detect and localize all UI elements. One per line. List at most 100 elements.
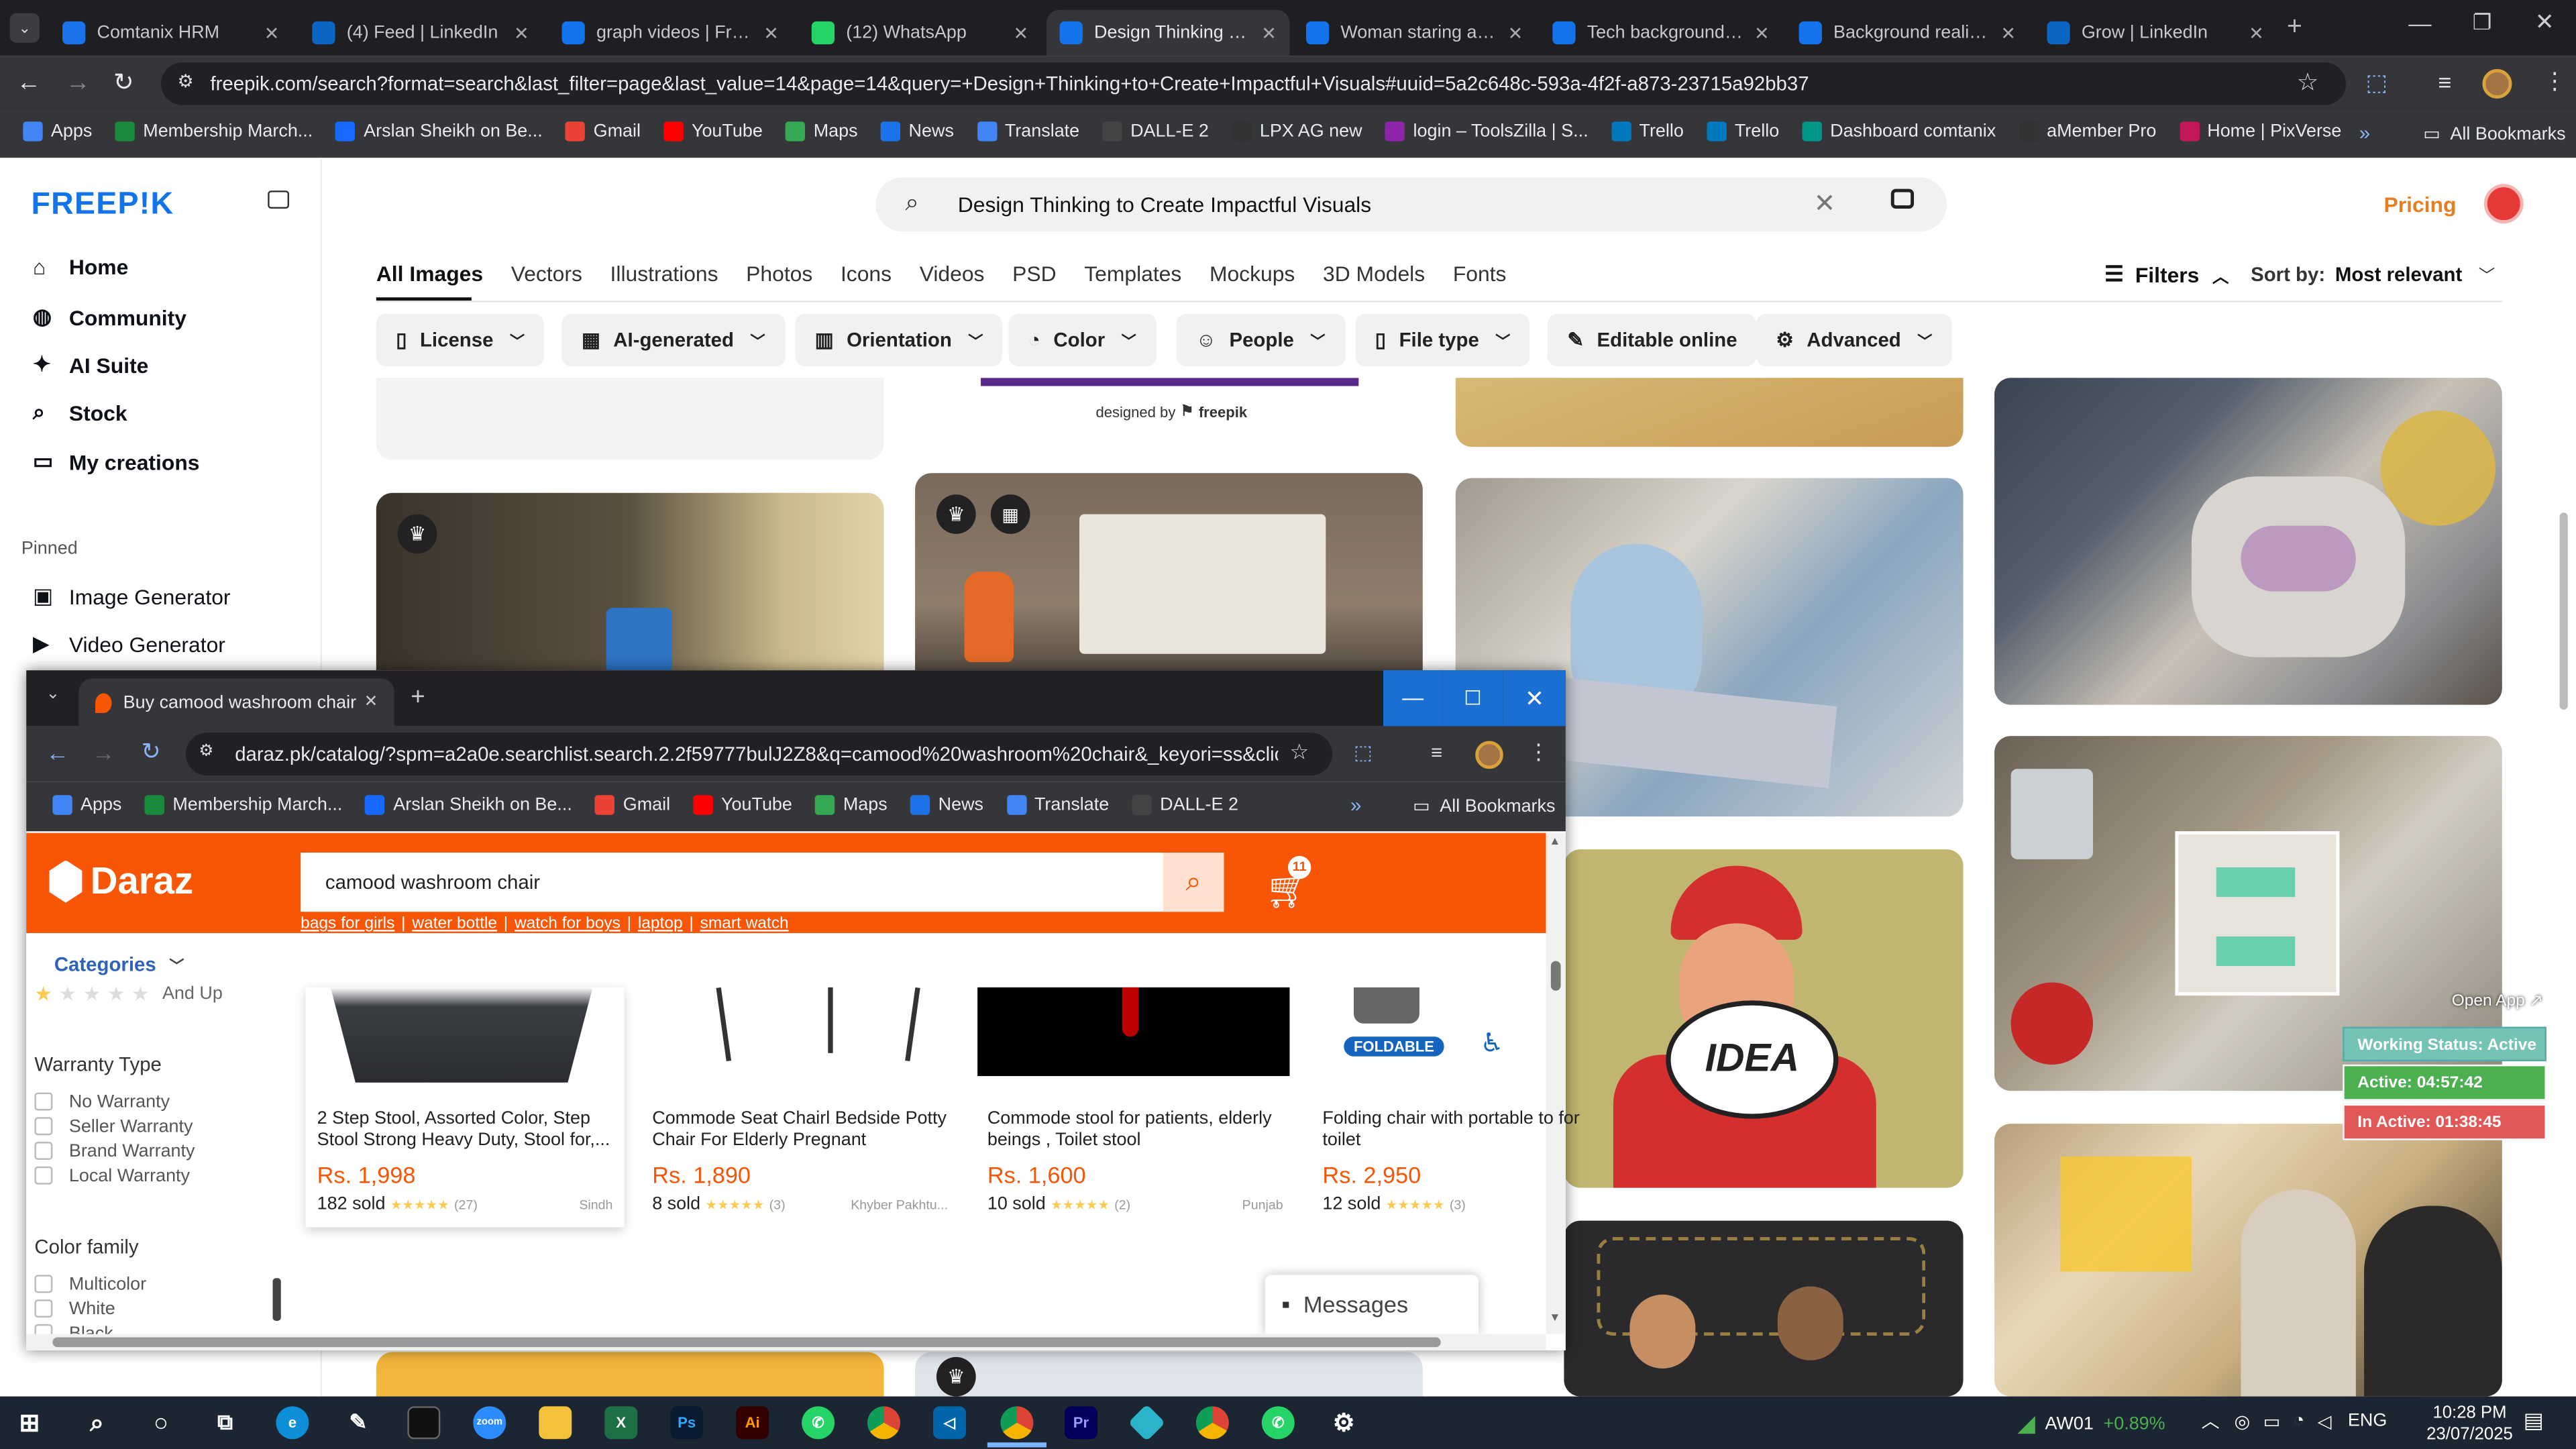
bookmark-item[interactable]: Dashboard comtanix bbox=[1802, 121, 1996, 142]
tab-search-icon[interactable]: ⌄ bbox=[46, 685, 60, 703]
bookmark-item[interactable]: LPX AG new bbox=[1232, 121, 1362, 142]
result-image[interactable] bbox=[1994, 378, 2502, 705]
close-tab-icon[interactable]: ✕ bbox=[264, 22, 280, 44]
settings-icon[interactable]: ⚙ bbox=[1328, 1406, 1360, 1439]
bookmark-item[interactable]: Apps bbox=[23, 121, 92, 142]
search-bar[interactable]: ⌕ Design Thinking to Create Impactful Vi… bbox=[875, 177, 1947, 232]
volume-icon[interactable]: ◁ bbox=[2318, 1410, 2332, 1432]
close-tab-icon[interactable]: ✕ bbox=[364, 693, 378, 711]
language-indicator[interactable]: ENG bbox=[2348, 1411, 2387, 1431]
bookmark-item[interactable]: Gmail bbox=[595, 795, 670, 815]
category-tab[interactable]: Photos bbox=[746, 261, 812, 286]
task-view-icon[interactable]: ⧉ bbox=[209, 1406, 241, 1439]
daraz-url-text[interactable]: daraz.pk/catalog/?spm=a2a0e.searchlist.s… bbox=[235, 743, 1278, 765]
close-tab-icon[interactable]: ✕ bbox=[514, 22, 529, 44]
bookmark-item[interactable]: Apps bbox=[52, 795, 121, 815]
chrome-icon[interactable] bbox=[867, 1406, 901, 1440]
pricing-link[interactable]: Pricing bbox=[2383, 193, 2456, 217]
bookmark-item[interactable]: Membership March... bbox=[144, 795, 342, 815]
checkbox[interactable] bbox=[34, 1275, 53, 1293]
search-suggestion[interactable]: bags for girls bbox=[301, 915, 394, 933]
checkbox[interactable] bbox=[34, 1299, 53, 1318]
open-app-link[interactable]: Open App ↗ bbox=[2452, 992, 2543, 1010]
photoshop-icon[interactable]: Ps bbox=[670, 1406, 704, 1440]
chrome-icon[interactable] bbox=[1195, 1406, 1229, 1440]
new-tab-button[interactable]: + bbox=[411, 684, 425, 712]
category-tab[interactable]: Illustrations bbox=[610, 261, 718, 286]
clear-search-icon[interactable]: ✕ bbox=[1814, 187, 1836, 220]
site-info-icon[interactable]: ⚙ bbox=[177, 70, 193, 92]
battery-icon[interactable]: ▭ bbox=[2263, 1410, 2280, 1432]
extensions-icon[interactable]: ⬚ bbox=[1354, 741, 1373, 763]
start-icon[interactable]: ⊞ bbox=[13, 1406, 46, 1439]
search-suggestion[interactable]: water bottle bbox=[412, 915, 497, 933]
chevron-up-icon[interactable]: ︿ bbox=[2202, 1408, 2220, 1434]
omnibox[interactable]: ⚙ freepik.com/search?format=search&last_… bbox=[161, 62, 2347, 105]
close-tab-icon[interactable]: ✕ bbox=[1261, 22, 1277, 44]
result-image[interactable] bbox=[1994, 1124, 2502, 1397]
site-info-icon[interactable]: ⚙ bbox=[199, 743, 213, 761]
bookmark-item[interactable]: login – ToolsZilla | S... bbox=[1385, 121, 1589, 142]
filter-checkbox-row[interactable]: Local Warranty bbox=[34, 1163, 195, 1188]
freepik-logo[interactable]: FREEP!K bbox=[32, 187, 174, 223]
user-avatar[interactable] bbox=[2483, 184, 2524, 224]
product-name[interactable]: 2 Step Stool, Assorted Color, Step Stool… bbox=[317, 1109, 613, 1152]
cart-button[interactable]: 🛒︎ 11 bbox=[1265, 855, 1311, 910]
search-suggestion[interactable]: watch for boys bbox=[515, 915, 621, 933]
camera-search-icon[interactable] bbox=[1890, 189, 1915, 209]
sidebar-item-image-generator[interactable]: ▣ Image Generator bbox=[33, 583, 231, 609]
result-image[interactable] bbox=[376, 378, 884, 460]
close-tab-icon[interactable]: ✕ bbox=[2249, 22, 2264, 44]
filter-file-type[interactable]: ▯ File type ﹀ bbox=[1355, 313, 1530, 367]
bookmark-item[interactable]: DALL-E 2 bbox=[1102, 121, 1209, 142]
all-bookmarks[interactable]: ▭ All Bookmarks bbox=[2423, 123, 2565, 145]
sidebar-item-my-creations[interactable]: ▭ My creations bbox=[33, 449, 200, 475]
sidebar-item-ai-suite[interactable]: ✦ AI Suite bbox=[33, 352, 148, 378]
rating-filter[interactable]: ★★★★★ And Up bbox=[34, 982, 222, 1005]
daraz-search-input[interactable]: camood washroom chair bbox=[325, 871, 540, 894]
media-control-icon[interactable]: ≡ bbox=[2438, 69, 2451, 95]
stock-widget[interactable]: ◢ AW01 +0.89% bbox=[2017, 1409, 2165, 1438]
filter-scrollbar[interactable] bbox=[272, 1278, 281, 1321]
window-maximize-button[interactable]: ☐ bbox=[1442, 670, 1503, 727]
sidebar-item-community[interactable]: ◍ Community bbox=[33, 304, 186, 330]
scroll-down-arrow[interactable]: ▼ bbox=[1549, 1313, 1560, 1324]
profile-avatar[interactable] bbox=[1475, 741, 1503, 769]
tab-search-button[interactable]: ⌄ bbox=[9, 13, 40, 43]
premiere-icon[interactable]: Pr bbox=[1064, 1406, 1097, 1440]
window-minimize-button[interactable]: — bbox=[2408, 10, 2431, 36]
url-text[interactable]: freepik.com/search?format=search&last_fi… bbox=[210, 72, 1809, 95]
category-tab[interactable]: Fonts bbox=[1453, 261, 1507, 286]
bookmark-item[interactable]: YouTube bbox=[663, 121, 763, 142]
window-minimize-button[interactable]: — bbox=[1383, 670, 1443, 727]
bookmark-item[interactable]: Home | PixVerse bbox=[2179, 121, 2341, 142]
forward-icon[interactable]: → bbox=[66, 69, 91, 97]
chrome-menu-icon[interactable]: ⋮ bbox=[1528, 739, 1550, 765]
browser-tab[interactable]: (12) WhatsApp ✕ bbox=[798, 10, 1041, 56]
bookmark-star-icon[interactable]: ☆ bbox=[2297, 67, 2319, 97]
filter-license[interactable]: ▯ License ﹀ bbox=[376, 313, 545, 367]
search-suggestion[interactable]: laptop bbox=[638, 915, 683, 933]
meet-icon[interactable]: ◎ bbox=[2235, 1410, 2251, 1432]
bookmark-item[interactable]: Trello bbox=[1707, 121, 1779, 142]
filter-ai-generated[interactable]: ▦ AI-generated ﹀ bbox=[561, 313, 785, 367]
file-explorer-icon[interactable] bbox=[539, 1406, 572, 1440]
filter-people[interactable]: ☺ People ﹀ bbox=[1176, 313, 1345, 367]
browser-tab[interactable]: graph videos | Freepik ✕ bbox=[549, 10, 792, 56]
bookmark-item[interactable]: Arslan Sheikh on Be... bbox=[335, 121, 543, 142]
excel-icon[interactable]: X bbox=[604, 1406, 638, 1440]
bookmark-item[interactable]: News bbox=[910, 795, 983, 815]
category-tab[interactable]: PSD bbox=[1012, 261, 1056, 286]
messages-button[interactable]: ▪ Messages bbox=[1265, 1275, 1479, 1334]
browser-tab[interactable]: Tech background vec ✕ bbox=[1540, 10, 1782, 56]
browser-tab[interactable]: Comtanix HRM ✕ bbox=[49, 10, 292, 56]
close-tab-icon[interactable]: ✕ bbox=[763, 22, 779, 44]
bookmark-item[interactable]: Maps bbox=[815, 795, 888, 815]
search-icon[interactable]: ⌕ bbox=[80, 1406, 113, 1439]
filter-orientation[interactable]: ▥ Orientation ﹀ bbox=[795, 313, 1003, 367]
window-restore-button[interactable]: ❐ bbox=[2473, 10, 2492, 36]
search-suggestion[interactable]: smart watch bbox=[700, 915, 789, 933]
bookmark-item[interactable]: Translate bbox=[977, 121, 1079, 142]
all-bookmarks[interactable]: ▭ All Bookmarks bbox=[1413, 795, 1555, 817]
result-image[interactable]: ♛ ▦ bbox=[915, 473, 1423, 690]
